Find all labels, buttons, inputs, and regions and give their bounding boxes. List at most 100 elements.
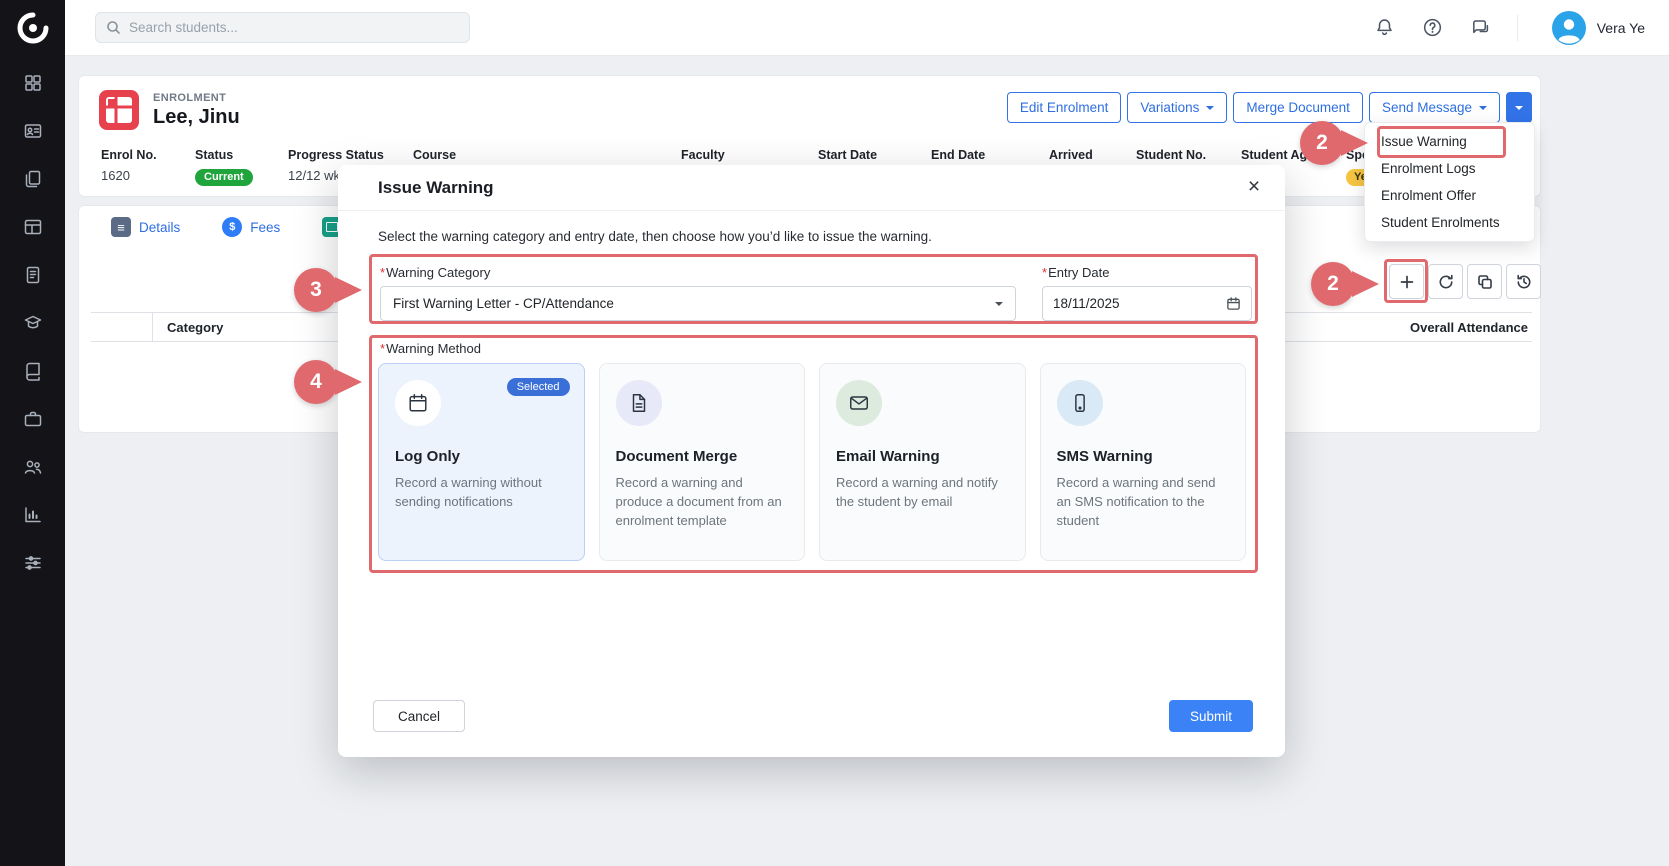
calendar-icon [1226,296,1241,311]
page-title: Lee, Jinu [153,106,240,129]
dashboard-icon[interactable] [22,72,44,94]
library-icon[interactable] [22,360,44,382]
method-document-merge[interactable]: Document Merge Record a warning and prod… [599,363,806,561]
chevron-down-icon [995,302,1003,306]
enrolment-app-icon [99,90,139,130]
entry-date-input[interactable]: 18/11/2025 [1042,286,1252,321]
copy-icon [1476,273,1494,291]
submit-button[interactable]: Submit [1169,700,1253,732]
warning-category-label: *Warning Category [380,265,490,280]
warnings-toolbar [1389,264,1541,299]
chat-icon [1470,17,1491,38]
chat-button[interactable] [1469,16,1493,40]
method-description: Record a warning and produce a document … [616,474,789,531]
modal-header: Issue Warning × [338,165,1285,211]
students-icon[interactable] [22,120,44,142]
annotation-step-3: 3 [294,268,338,312]
edit-enrolment-button[interactable]: Edit Enrolment [1007,92,1122,123]
topbar: Vera Ye [65,0,1669,56]
chevron-down-icon [1515,106,1523,110]
history-button[interactable] [1506,264,1541,299]
method-title: Log Only [395,448,568,465]
annotation-step-2-add: 2 [1311,262,1355,306]
warning-method-options: Selected Log Only Record a warning witho… [378,363,1246,561]
search-icon [106,20,121,35]
avatar [1552,11,1586,45]
tab-details[interactable]: Details [111,217,180,237]
search-input[interactable] [129,20,459,35]
tab-fees[interactable]: Fees [222,217,280,237]
user-name: Vera Ye [1597,20,1645,36]
annotation-arrow [1341,130,1368,156]
method-sms-warning[interactable]: SMS Warning Record a warning and send an… [1040,363,1247,561]
entry-date-label: *Entry Date [1042,265,1109,280]
settings-icon[interactable] [22,552,44,574]
warning-category-value: First Warning Letter - CP/Attendance [393,296,614,311]
copy-button[interactable] [1467,264,1502,299]
details-tab-icon [111,217,131,237]
divider [1517,15,1518,41]
refresh-icon [1437,273,1455,291]
annotation-step-2-menu: 2 [1300,121,1344,165]
enrolments-icon[interactable] [22,168,44,190]
menu-item-enrolment-logs[interactable]: Enrolment Logs [1365,155,1534,182]
merge-document-button[interactable]: Merge Document [1233,92,1363,123]
fees-tab-icon [222,217,242,237]
menu-item-enrolment-offer[interactable]: Enrolment Offer [1365,182,1534,209]
tab-bar: Details Fees Sch [111,217,374,237]
courses-icon[interactable] [22,216,44,238]
academics-icon[interactable] [22,312,44,334]
chevron-down-icon [1206,106,1214,110]
method-title: Document Merge [616,448,789,465]
selected-badge: Selected [507,378,570,396]
summary-status: StatusCurrent [195,148,253,186]
employment-icon[interactable] [22,408,44,430]
close-icon[interactable]: × [1241,174,1267,200]
search-box[interactable] [95,12,470,43]
annotation-arrow [335,369,362,395]
method-description: Record a warning and notify the student … [836,474,1009,512]
method-email-warning[interactable]: Email Warning Record a warning and notif… [819,363,1026,561]
smartphone-icon [1069,392,1091,414]
category-header: Category [153,320,223,335]
enrolment-actions: Edit Enrolment Variations Merge Document… [1007,92,1532,123]
method-title: Email Warning [836,448,1009,465]
more-actions-button[interactable] [1506,92,1532,123]
merge-document-label: Merge Document [1246,100,1350,115]
attendance-header: Overall Attendance [1410,320,1532,335]
variations-label: Variations [1140,100,1199,115]
warning-method-label: *Warning Method [380,341,481,356]
sidebar-nav [22,72,44,574]
menu-item-issue-warning[interactable]: Issue Warning [1365,128,1534,155]
menu-item-student-enrolments[interactable]: Student Enrolments [1365,209,1534,236]
edit-enrolment-label: Edit Enrolment [1020,100,1109,115]
method-title: SMS Warning [1057,448,1230,465]
method-description: Record a warning and send an SMS notific… [1057,474,1230,531]
reports-icon[interactable] [22,504,44,526]
entry-date-value: 18/11/2025 [1053,296,1120,311]
agents-icon[interactable] [22,456,44,478]
app-window: Vera Ye ENROLMENT Lee, Jinu Edit Enrolme… [0,0,1669,866]
add-warning-button[interactable] [1389,264,1424,299]
user-menu[interactable]: Vera Ye [1552,11,1645,45]
table-select-column [91,313,153,341]
method-log-only[interactable]: Selected Log Only Record a warning witho… [378,363,585,561]
annotation-arrow [1352,271,1379,297]
send-message-label: Send Message [1382,100,1472,115]
notifications-button[interactable] [1373,16,1397,40]
method-description: Record a warning without sending notific… [395,474,568,512]
sidebar [0,0,65,866]
warning-category-select[interactable]: First Warning Letter - CP/Attendance [380,286,1016,321]
document-icon [628,392,650,414]
send-message-menu: Issue Warning Enrolment Logs Enrolment O… [1364,122,1535,242]
help-button[interactable] [1421,16,1445,40]
annotation-arrow [335,277,362,303]
refresh-button[interactable] [1428,264,1463,299]
invoices-icon[interactable] [22,264,44,286]
annotation-step-4: 4 [294,360,338,404]
chevron-down-icon [1479,106,1487,110]
variations-button[interactable]: Variations [1127,92,1227,123]
topbar-actions: Vera Ye [1373,11,1669,45]
cancel-button[interactable]: Cancel [373,700,465,732]
send-message-button[interactable]: Send Message [1369,92,1500,123]
